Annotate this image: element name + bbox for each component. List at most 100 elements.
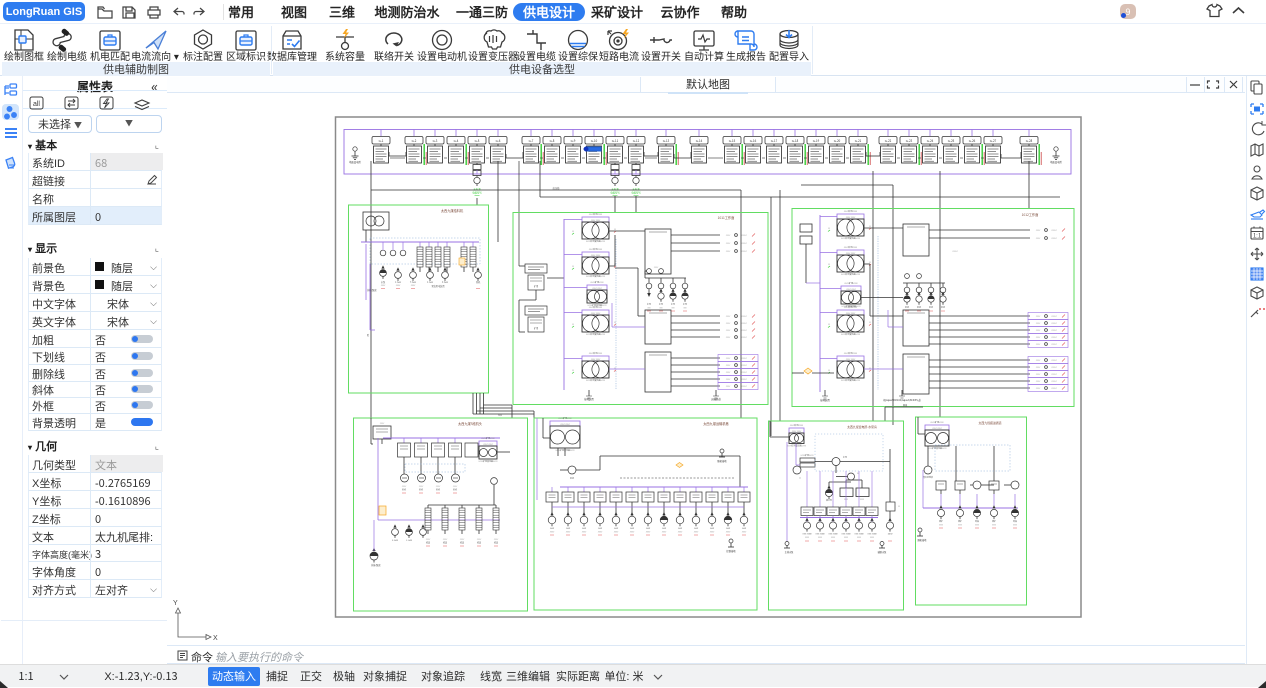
svg-text:####: #### (646, 530, 651, 533)
svg-text:####: #### (726, 234, 731, 237)
svg-text:#####: ##### (1051, 359, 1057, 362)
svg-text:####: #### (1036, 366, 1041, 369)
svg-text:G-23: G-23 (906, 139, 913, 143)
svg-text:####: #### (1036, 380, 1041, 383)
svg-text:#####: ##### (741, 336, 747, 339)
svg-text:G-17: G-17 (771, 139, 778, 143)
svg-text:水泵: 水泵 (647, 302, 651, 306)
svg-text:G-24: G-24 (927, 139, 934, 143)
svg-text:####矿用变压器####: ####矿用变压器#### (556, 448, 576, 452)
svg-text:####: #### (958, 523, 963, 526)
svg-text:####矿用变压器####: ####矿用变压器#### (841, 272, 861, 276)
svg-text:电缆型号: 电缆型号 (472, 190, 482, 194)
svg-text:####: #### (726, 336, 731, 339)
svg-text:####: #### (1036, 329, 1041, 332)
svg-text:风机: 风机 (419, 487, 424, 491)
svg-text:##: ## (898, 505, 901, 508)
svg-text:绒选: 绒选 (426, 540, 430, 544)
svg-text:风机: 风机 (905, 305, 910, 309)
svg-text:####: #### (380, 422, 385, 425)
svg-text:G-28: G-28 (1026, 139, 1033, 143)
svg-text:潜水泵: 潜水泵 (826, 498, 832, 502)
svg-text:#####: ##### (741, 242, 747, 245)
svg-text:####矿用变压器####: ####矿用变压器#### (841, 236, 861, 240)
svg-text:G-19: G-19 (813, 139, 820, 143)
svg-text:####: #### (1036, 237, 1041, 240)
svg-text:####: #### (1036, 373, 1041, 376)
svg-text:####: #### (614, 530, 619, 533)
svg-text:####矿用####: ####矿用#### (589, 247, 603, 251)
svg-text:G-18: G-18 (792, 139, 799, 143)
svg-text:####: #### (550, 530, 555, 533)
svg-text:矿用: 矿用 (534, 326, 538, 330)
svg-text:##: ## (869, 225, 872, 228)
svg-text:##: ## (828, 369, 831, 372)
svg-text:煤矿: 煤矿 (958, 519, 962, 523)
svg-text:风机: 风机 (929, 305, 934, 309)
svg-text:####矿用####: ####矿用#### (589, 212, 603, 216)
svg-text:矿用: 矿用 (534, 284, 538, 288)
svg-text:#####: ##### (741, 329, 747, 332)
svg-text:G-1: G-1 (379, 139, 384, 143)
svg-text:风机: 风机 (941, 305, 946, 309)
svg-text:####: #### (1036, 315, 1041, 318)
svg-text:绒选: 绒选 (443, 540, 447, 544)
svg-text:###: ### (659, 306, 663, 309)
svg-text:排水泵房: 排水泵房 (367, 288, 377, 292)
svg-text:#### ####: #### #### (932, 427, 942, 430)
svg-text:####: #### (598, 530, 603, 533)
svg-text:####: #### (844, 536, 849, 539)
svg-text:G-2: G-2 (412, 139, 417, 143)
svg-text:随机接地: 随机接地 (918, 538, 928, 542)
svg-text:G-22: G-22 (885, 139, 892, 143)
svg-text:####: #### (742, 530, 747, 533)
svg-text:1012工作面: 1012工作面 (1022, 212, 1039, 217)
svg-text:控制接地: 控制接地 (726, 549, 736, 553)
svg-text:G-3: G-3 (433, 139, 438, 143)
svg-text:#####: ##### (741, 357, 747, 360)
svg-text:####: #### (1013, 523, 1018, 526)
svg-text:#####: ##### (741, 250, 747, 253)
svg-text:#####: ##### (1051, 229, 1057, 232)
svg-text:####矿用####: ####矿用#### (930, 420, 944, 424)
svg-text:####: #### (939, 523, 944, 526)
svg-text:煌石防炮装: 煌石防炮装 (923, 475, 933, 479)
svg-text:水泵: 水泵 (659, 302, 663, 306)
svg-text:随机接地: 随机接地 (717, 459, 727, 463)
svg-text:####矿用变压器####: ####矿用变压器#### (928, 446, 948, 450)
svg-text:####矿用####: ####矿用#### (481, 436, 495, 440)
svg-text:#####: ##### (741, 234, 747, 237)
svg-text:#####: ##### (741, 385, 747, 388)
svg-text:接地装置: 接地装置 (584, 397, 594, 401)
svg-text:####: #### (726, 357, 731, 360)
svg-text:####: #### (860, 498, 865, 501)
svg-text:辅助水泵: 辅助水泵 (878, 550, 888, 554)
svg-text:G-14: G-14 (696, 139, 703, 143)
svg-text:#####: ##### (741, 371, 747, 374)
svg-text:####矿用变压器####: ####矿用变压器#### (787, 444, 807, 448)
svg-text:绒选: 绒选 (494, 540, 498, 544)
svg-text:####矿用####: ####矿用#### (589, 351, 603, 355)
svg-text:地面变电所: 地面变电所 (1050, 160, 1062, 164)
svg-text:####: #### (396, 284, 401, 287)
svg-text:G-9: G-9 (571, 139, 576, 143)
svg-text:险: 险 (367, 333, 370, 337)
svg-text:####: #### (726, 364, 731, 367)
svg-text:#####: ##### (1051, 373, 1057, 376)
svg-text:####: #### (831, 536, 836, 539)
svg-text:####: #### (1036, 387, 1041, 390)
svg-text:####: #### (411, 284, 416, 287)
svg-text:####矿用####: ####矿用#### (790, 423, 804, 427)
svg-text:5.5kW: 5.5kW (392, 539, 398, 542)
svg-text:####: #### (805, 536, 810, 539)
svg-text:风机: 风机 (476, 280, 481, 284)
svg-text:#### ####: #### #### (846, 216, 856, 219)
svg-text:#####: ##### (1051, 343, 1057, 346)
svg-text:#####: ##### (741, 322, 747, 325)
svg-text:#####: ##### (741, 378, 747, 381)
svg-text:####: #### (726, 315, 731, 318)
svg-text:#### ####: #### #### (846, 288, 856, 291)
svg-text:####: #### (818, 536, 823, 539)
svg-text:G-20: G-20 (834, 139, 841, 143)
svg-text:#####: ##### (741, 364, 747, 367)
